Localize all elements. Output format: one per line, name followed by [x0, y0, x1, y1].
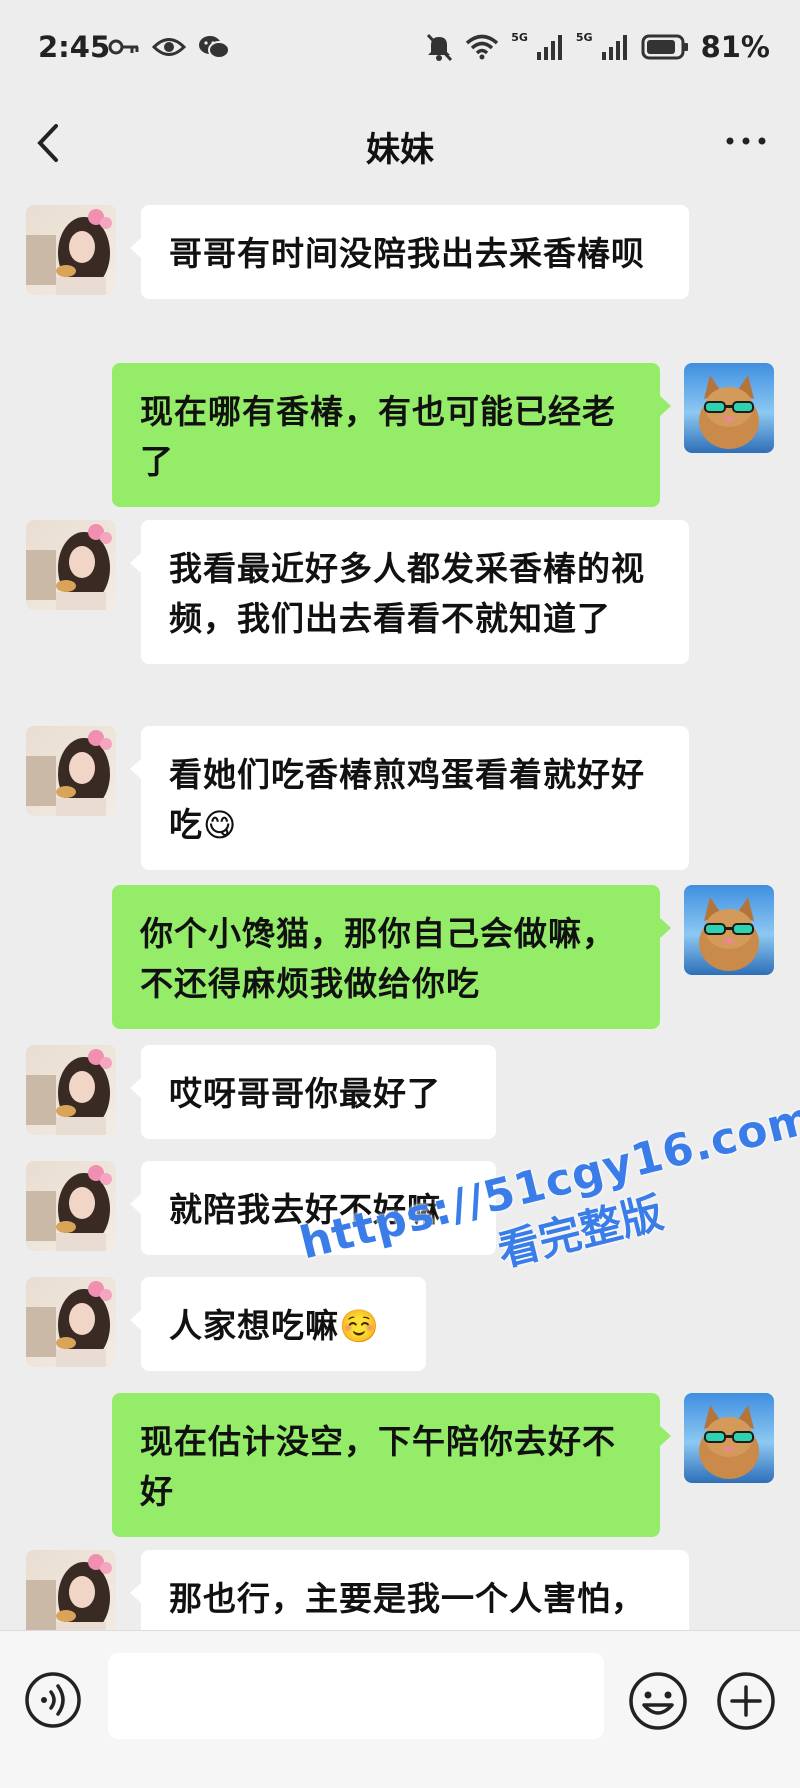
- my-avatar[interactable]: [684, 885, 774, 975]
- network-label-1: 5G: [511, 30, 528, 44]
- wechat-icon: [199, 36, 230, 59]
- voice-icon[interactable]: [24, 1671, 82, 1729]
- emoji-icon[interactable]: [628, 1671, 688, 1731]
- message-text: 我看最近好多人都发采香椿的视频，我们出去看看不就知道了: [169, 549, 645, 638]
- sister-avatar[interactable]: [26, 1550, 116, 1640]
- message-text: 哎呀哥哥你最好了: [169, 1074, 441, 1113]
- message-emoji: 😋: [203, 806, 238, 844]
- my-avatar[interactable]: [684, 1393, 774, 1483]
- more-dots-icon[interactable]: [724, 126, 768, 156]
- message-text: 现在哪有香椿，有也可能已经老了: [140, 392, 616, 481]
- message-bubble[interactable]: 我看最近好多人都发采香椿的视频，我们出去看看不就知道了: [130, 520, 689, 664]
- message-bubble[interactable]: 哎呀哥哥你最好了: [130, 1045, 496, 1139]
- message-bubble[interactable]: 现在估计没空，下午陪你去好不好: [112, 1393, 671, 1537]
- message-text: 你个小馋猫，那你自己会做嘛，不还得麻烦我做给你吃: [140, 914, 616, 1003]
- network-label-2: 5G: [575, 30, 593, 44]
- signal-icon-1: [536, 35, 562, 60]
- message-text: 哥哥有时间没陪我出去采香椿呗: [169, 234, 645, 273]
- chat-title: 妹妹: [366, 130, 434, 170]
- battery-icon: [641, 34, 688, 60]
- sister-avatar[interactable]: [26, 205, 116, 295]
- message-bubble[interactable]: 现在哪有香椿，有也可能已经老了: [112, 363, 671, 507]
- chat-header: 妹妹: [0, 100, 800, 190]
- mute-bell-icon: [427, 33, 453, 62]
- plus-icon[interactable]: [716, 1671, 776, 1731]
- wifi-icon: [466, 34, 499, 60]
- sister-avatar[interactable]: [26, 1045, 116, 1135]
- message-bubble[interactable]: 看她们吃香椿煎鸡蛋看着就好好吃😋: [130, 726, 689, 870]
- sister-avatar[interactable]: [26, 1161, 116, 1251]
- message-bubble[interactable]: 哥哥有时间没陪我出去采香椿呗: [130, 205, 689, 299]
- sister-avatar[interactable]: [26, 1277, 116, 1367]
- message-bubble[interactable]: 你个小馋猫，那你自己会做嘛，不还得麻烦我做给你吃: [112, 885, 671, 1029]
- sister-avatar[interactable]: [26, 520, 116, 610]
- message-input[interactable]: [108, 1653, 604, 1739]
- key-icon: [108, 39, 139, 55]
- input-bar: [0, 1630, 800, 1788]
- sister-avatar[interactable]: [26, 726, 116, 816]
- signal-icon-2: [601, 35, 627, 60]
- my-avatar[interactable]: [684, 363, 774, 453]
- status-bar: 2:45 5G 5G 81%: [0, 0, 800, 100]
- message-text: 看她们吃香椿煎鸡蛋看着就好好吃: [169, 755, 645, 844]
- message-text: 人家想吃嘛: [169, 1306, 339, 1345]
- eye-icon: [152, 38, 186, 56]
- battery-percent: 81%: [700, 30, 770, 64]
- message-text: 现在估计没空，下午陪你去好不好: [140, 1422, 616, 1511]
- status-time: 2:45: [38, 30, 111, 64]
